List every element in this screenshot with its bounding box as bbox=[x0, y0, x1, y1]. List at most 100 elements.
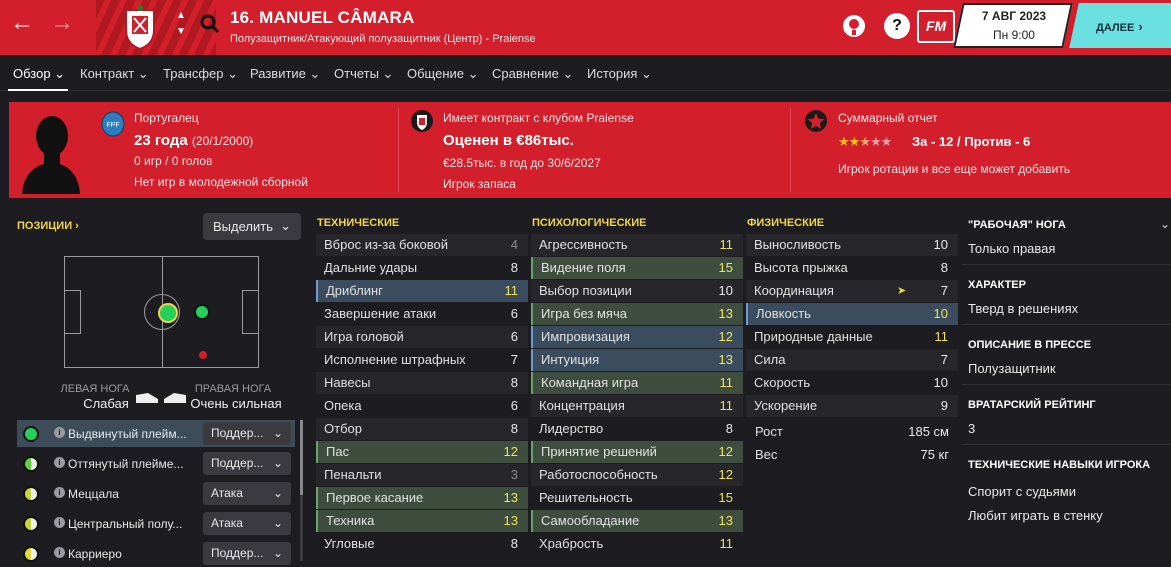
social-feed-icon[interactable] bbox=[841, 13, 867, 39]
attribute-row[interactable]: Агрессивность 11 bbox=[531, 234, 743, 256]
tab-contract[interactable]: Контракт ⌄ bbox=[80, 66, 149, 82]
attribute-row[interactable]: Координация 7 bbox=[746, 280, 958, 302]
attribute-name: Завершение атаки bbox=[324, 306, 437, 321]
info-icon[interactable]: i bbox=[54, 457, 65, 468]
attribute-row[interactable]: Навесы 8 bbox=[316, 372, 528, 394]
attribute-row[interactable]: Пас 12 bbox=[316, 441, 528, 463]
attribute-row[interactable]: Интуиция 13 bbox=[531, 349, 743, 371]
chevron-down-icon[interactable]: ⌄ bbox=[1160, 217, 1170, 231]
attribute-value: 13 bbox=[503, 490, 518, 505]
fm-menu-button[interactable]: FM bbox=[917, 10, 955, 43]
position-role-row[interactable]: i Выдвинутый плейм... Поддер... ⌄ bbox=[17, 420, 295, 447]
positions-header[interactable]: ПОЗИЦИИ › bbox=[17, 220, 79, 232]
attribute-row[interactable]: Завершение атаки 6 bbox=[316, 303, 528, 325]
attribute-name: Навесы bbox=[324, 375, 371, 390]
info-icon[interactable]: i bbox=[54, 517, 65, 528]
attribute-row[interactable]: Игра без мяча 13 bbox=[531, 303, 743, 325]
attribute-row[interactable]: Отбор 8 bbox=[316, 418, 528, 440]
attribute-row[interactable]: Выбор позиции 10 bbox=[531, 280, 743, 302]
role-suitability-icon bbox=[23, 516, 39, 532]
duty-select[interactable]: Атака ⌄ bbox=[203, 482, 291, 505]
attribute-name: Принятие решений bbox=[541, 444, 657, 459]
club-badge-icon bbox=[411, 110, 433, 132]
attribute-row[interactable]: Природные данные 11 bbox=[746, 326, 958, 348]
attribute-row[interactable]: Импровизация 12 bbox=[531, 326, 743, 348]
continue-label[interactable]: ДАЛЕЕ › bbox=[1096, 19, 1143, 34]
attribute-row[interactable]: Дальние удары 8 bbox=[316, 257, 528, 279]
player-age: 23 года (20/1/2000) bbox=[134, 132, 254, 149]
attribute-row[interactable]: Пенальти 3 bbox=[316, 464, 528, 486]
club-crest-icon[interactable] bbox=[122, 4, 158, 50]
positions-scroll-thumb[interactable] bbox=[300, 420, 303, 495]
attribute-name: Храбрость bbox=[539, 536, 604, 551]
attribute-row[interactable]: Командная игра 11 bbox=[531, 372, 743, 394]
attribute-name: Опека bbox=[324, 398, 362, 413]
attribute-row[interactable]: Исполнение штрафных 7 bbox=[316, 349, 528, 371]
duty-select[interactable]: Поддер... ⌄ bbox=[203, 542, 291, 565]
duty-select[interactable]: Поддер... ⌄ bbox=[203, 452, 291, 475]
tab-comparison[interactable]: Сравнение ⌄ bbox=[492, 66, 573, 82]
info-icon[interactable]: i bbox=[54, 427, 65, 438]
player-switch-chevrons[interactable]: ▲ ▼ bbox=[176, 8, 186, 40]
squad-role: Игрок запаса bbox=[443, 177, 516, 191]
attribute-row[interactable]: Техника 13 bbox=[316, 510, 528, 532]
attribute-row[interactable]: Дриблинг 11 bbox=[316, 280, 528, 302]
highlight-select[interactable]: Выделить ⌄ bbox=[203, 213, 301, 240]
tab-history[interactable]: История ⌄ bbox=[587, 66, 652, 82]
attribute-row[interactable]: Ускорение 9 bbox=[746, 395, 958, 417]
attribute-row[interactable]: Вброс из-за боковой 4 bbox=[316, 234, 528, 256]
attribute-row[interactable]: Сила 7 bbox=[746, 349, 958, 371]
attribute-row[interactable]: Решительность 15 bbox=[531, 487, 743, 509]
info-icon[interactable]: i bbox=[54, 487, 65, 498]
gk-rating-header: ВРАТАРСКИЙ РЕЙТИНГ bbox=[968, 399, 1096, 411]
tab-overview[interactable]: Обзор ⌄ bbox=[13, 66, 65, 82]
position-role-row[interactable]: i Меццала Атака ⌄ bbox=[17, 480, 295, 507]
tab-interaction[interactable]: Общение ⌄ bbox=[407, 66, 479, 82]
position-role-row[interactable]: i Центральный полу... Атака ⌄ bbox=[17, 510, 295, 537]
secondary-position-dot[interactable] bbox=[194, 304, 210, 320]
attribute-row[interactable]: Храбрость 11 bbox=[531, 533, 743, 555]
attribute-value: 12 bbox=[718, 467, 733, 482]
info-icon[interactable]: i bbox=[54, 547, 65, 558]
attribute-name: Вброс из-за боковой bbox=[324, 237, 449, 252]
attribute-value: 10 bbox=[933, 306, 948, 321]
attribute-row[interactable]: Принятие решений 12 bbox=[531, 441, 743, 463]
tab-transfer[interactable]: Трансфер ⌄ bbox=[163, 66, 238, 82]
attribute-row[interactable]: Самообладание 13 bbox=[531, 510, 743, 532]
attribute-name: Игра головой bbox=[324, 329, 404, 344]
tab-reports[interactable]: Отчеты ⌄ bbox=[334, 66, 393, 82]
mental-header: ПСИХОЛОГИЧЕСКИЕ bbox=[532, 217, 647, 229]
help-icon[interactable]: ? bbox=[884, 13, 910, 39]
weak-position-dot[interactable] bbox=[199, 351, 207, 359]
attribute-row[interactable]: Высота прыжка 8 bbox=[746, 257, 958, 279]
duty-select[interactable]: Поддер... ⌄ bbox=[203, 422, 291, 445]
attribute-row[interactable]: Работоспособность 12 bbox=[531, 464, 743, 486]
attribute-row[interactable]: Выносливость 10 bbox=[746, 234, 958, 256]
report-pros-cons: За - 12 / Против - 6 bbox=[912, 134, 1031, 149]
attribute-row[interactable]: Концентрация 11 bbox=[531, 395, 743, 417]
attribute-value: 12 bbox=[718, 444, 733, 459]
info-divider bbox=[962, 324, 1171, 325]
search-icon[interactable] bbox=[200, 14, 220, 34]
role-name: Центральный полу... bbox=[68, 517, 183, 531]
attribute-row[interactable]: Видение поля 15 bbox=[531, 257, 743, 279]
height-label: Рост bbox=[755, 424, 783, 439]
attribute-value: 13 bbox=[718, 352, 733, 367]
tab-development[interactable]: Развитие ⌄ bbox=[250, 66, 320, 82]
attribute-name: Самообладание bbox=[541, 513, 640, 528]
position-role-row[interactable]: i Оттянутый плейме... Поддер... ⌄ bbox=[17, 450, 295, 477]
attribute-value: 11 bbox=[504, 283, 519, 298]
back-arrow-icon[interactable]: ← bbox=[8, 9, 36, 37]
attribute-row[interactable]: Первое касание 13 bbox=[316, 487, 528, 509]
duty-select[interactable]: Атака ⌄ bbox=[203, 512, 291, 535]
attribute-row[interactable]: Ловкость 10 bbox=[746, 303, 958, 325]
forward-arrow-icon[interactable]: → bbox=[48, 9, 76, 37]
natural-position-dot[interactable] bbox=[158, 303, 178, 323]
position-role-row[interactable]: i Карриеро Поддер... ⌄ bbox=[17, 540, 295, 567]
attribute-row[interactable]: Опека 6 bbox=[316, 395, 528, 417]
attribute-row[interactable]: Игра головой 6 bbox=[316, 326, 528, 348]
attribute-row[interactable]: Скорость 10 bbox=[746, 372, 958, 394]
attribute-row[interactable]: Угловые 8 bbox=[316, 533, 528, 555]
height-row: Рост 185 см bbox=[747, 421, 959, 443]
attribute-row[interactable]: Лидерство 8 bbox=[531, 418, 743, 440]
